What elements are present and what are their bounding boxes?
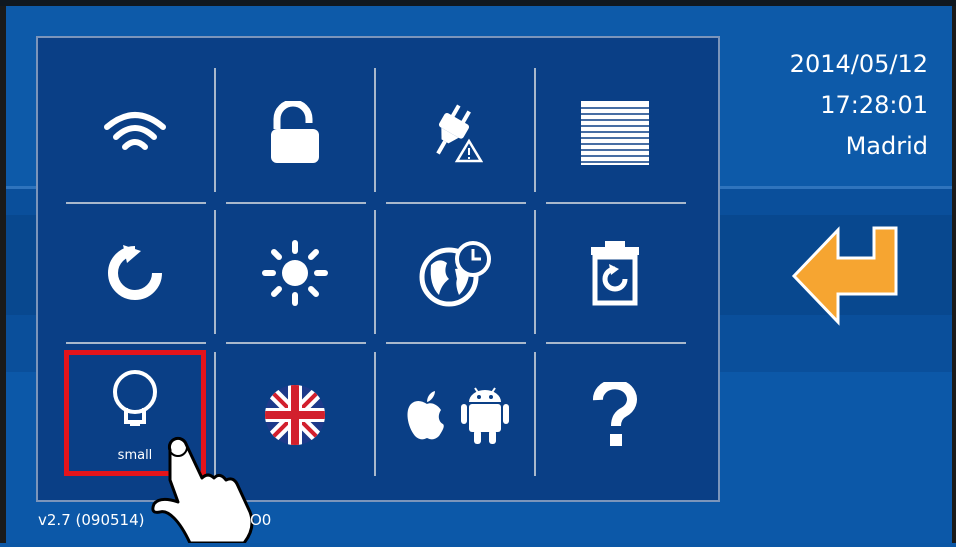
help-button[interactable] [540, 350, 690, 480]
question-icon [593, 382, 637, 446]
power-warning-button[interactable] [380, 68, 530, 198]
time-text: 17:28:01 [820, 91, 928, 119]
screen-frame-top [0, 0, 956, 6]
status-clock: 2014/05/12 17:28:01 Madrid [790, 44, 928, 167]
version-tail-text: O0 [250, 511, 272, 529]
date-text: 2014/05/12 [789, 50, 928, 78]
return-arrow-icon [791, 226, 898, 326]
refresh-icon [108, 245, 162, 300]
grid-line [374, 68, 376, 192]
version-text: v2.7 (090514) [38, 511, 145, 529]
screen-frame-left [0, 0, 6, 543]
sun-icon [262, 240, 328, 306]
plug-warning-icon [436, 104, 483, 163]
grid-line [66, 342, 206, 344]
grid-line [534, 210, 536, 334]
grid-line [534, 352, 536, 476]
grid-line [386, 202, 526, 204]
refresh-button[interactable] [60, 208, 210, 338]
grid-line [374, 352, 376, 476]
grid-line [386, 342, 526, 344]
grid-line [546, 342, 686, 344]
wifi-icon [104, 112, 166, 150]
trash-reset-icon [591, 241, 639, 306]
screen-frame-right [952, 0, 956, 543]
grid-line [226, 202, 366, 204]
back-button[interactable] [790, 222, 902, 330]
grid-line [546, 202, 686, 204]
apple-android-icon [407, 387, 509, 444]
apps-button[interactable] [380, 350, 530, 480]
uk-flag-icon [265, 385, 325, 445]
globe-clock-icon [419, 241, 491, 307]
unlock-icon [271, 101, 319, 163]
grid-line [214, 68, 216, 192]
grid-line [534, 68, 536, 192]
wifi-button[interactable] [60, 68, 210, 198]
brightness-button[interactable] [220, 208, 370, 338]
reset-button[interactable] [540, 208, 690, 338]
grid-line [374, 210, 376, 334]
grid-line [214, 210, 216, 334]
blinds-icon [581, 101, 649, 165]
unlock-button[interactable] [220, 68, 370, 198]
timezone-button[interactable] [380, 208, 530, 338]
grid-line [66, 202, 206, 204]
blinds-button[interactable] [540, 68, 690, 198]
grid-line [226, 342, 366, 344]
city-text: Madrid [845, 132, 928, 160]
